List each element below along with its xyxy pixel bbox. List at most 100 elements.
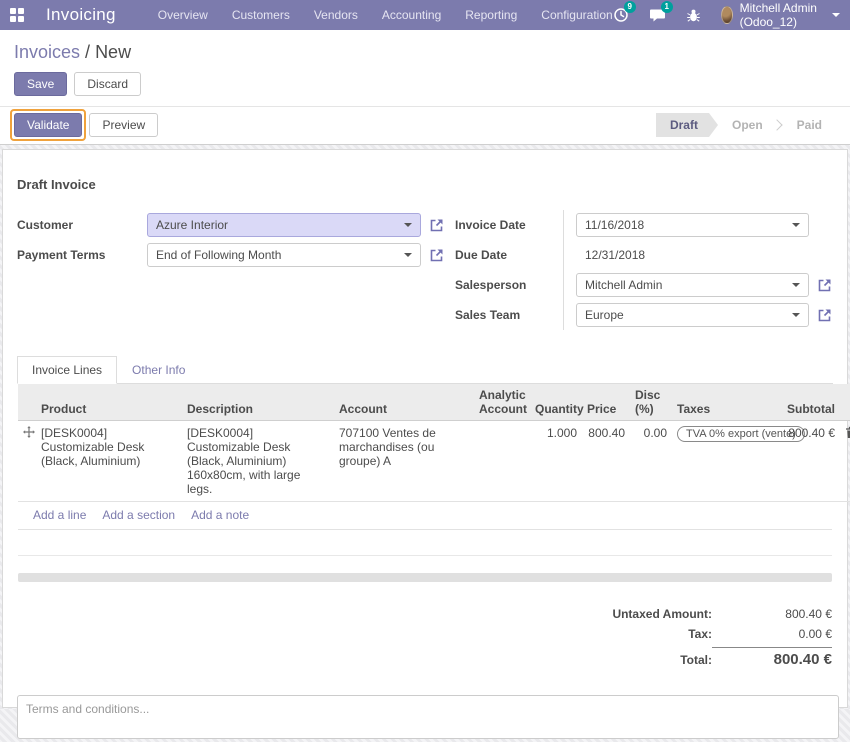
col-quantity[interactable]: Quantity bbox=[530, 384, 582, 421]
notebook-tabs: Invoice Lines Other Info bbox=[17, 356, 833, 384]
payment-terms-external-link-icon[interactable] bbox=[429, 247, 445, 263]
col-analytic-account[interactable]: Analytic Account bbox=[474, 384, 530, 421]
form-group-left: Customer Payment Terms Azure Interior bbox=[17, 210, 445, 330]
cell-product[interactable]: [DESK0004] Customizable Desk (Black, Alu… bbox=[36, 421, 182, 502]
sales-team-external-link-icon[interactable] bbox=[817, 307, 833, 323]
col-subtotal[interactable]: Subtotal bbox=[782, 384, 840, 421]
discard-button[interactable]: Discard bbox=[74, 72, 141, 96]
row-delete-cell[interactable] bbox=[840, 421, 850, 502]
invoice-form: Customer Payment Terms Azure Interior bbox=[3, 192, 847, 330]
col-description[interactable]: Description bbox=[182, 384, 334, 421]
terms-section bbox=[17, 695, 833, 742]
payment-terms-label: Payment Terms bbox=[17, 248, 105, 262]
untaxed-amount-label: Untaxed Amount: bbox=[522, 607, 712, 621]
save-discard-row: Save Discard bbox=[0, 63, 850, 107]
col-taxes[interactable]: Taxes bbox=[672, 384, 782, 421]
due-date-value: 12/31/2018 bbox=[576, 248, 645, 262]
menu-customers[interactable]: Customers bbox=[232, 8, 290, 22]
customer-external-link-icon[interactable] bbox=[429, 217, 445, 233]
user-menu[interactable]: Mitchell Admin (Odoo_12) bbox=[721, 1, 840, 29]
apps-menu-icon[interactable] bbox=[10, 8, 24, 22]
sales-team-select[interactable]: Europe bbox=[576, 303, 809, 327]
activity-icon[interactable]: 9 bbox=[613, 6, 629, 24]
status-draft[interactable]: Draft bbox=[656, 113, 718, 137]
save-button[interactable]: Save bbox=[14, 72, 67, 96]
menu-configuration[interactable]: Configuration bbox=[541, 8, 612, 22]
invoice-date-label: Invoice Date bbox=[455, 218, 526, 232]
payment-terms-select[interactable]: End of Following Month bbox=[147, 243, 421, 267]
tab-other-info[interactable]: Other Info bbox=[117, 356, 200, 384]
validate-highlight-annotation: Validate bbox=[10, 109, 86, 141]
page: Invoicing Overview Customers Vendors Acc… bbox=[0, 0, 850, 709]
col-disc[interactable]: Disc (%) bbox=[630, 384, 672, 421]
top-navbar: Invoicing Overview Customers Vendors Acc… bbox=[0, 0, 850, 30]
sales-team-label: Sales Team bbox=[455, 308, 520, 322]
col-actions bbox=[840, 384, 850, 421]
validate-button[interactable]: Validate bbox=[14, 113, 82, 137]
cell-description[interactable]: [DESK0004] Customizable Desk (Black, Alu… bbox=[182, 421, 334, 502]
menu-reporting[interactable]: Reporting bbox=[465, 8, 517, 22]
form-group-right: Invoice Date Due Date Salesperson Sales … bbox=[445, 210, 833, 330]
col-account[interactable]: Account bbox=[334, 384, 474, 421]
salesperson-external-link-icon[interactable] bbox=[817, 277, 833, 293]
totals-block: Untaxed Amount: 800.40 € Tax: 0.00 € Tot… bbox=[522, 604, 832, 671]
row-drag-cell[interactable] bbox=[18, 421, 36, 502]
invoice-date-select[interactable]: 11/16/2018 bbox=[576, 213, 809, 237]
messages-badge: 1 bbox=[661, 1, 673, 13]
sales-team-value: Europe bbox=[585, 308, 792, 322]
menu-overview[interactable]: Overview bbox=[158, 8, 208, 22]
status-open[interactable]: Open bbox=[718, 113, 777, 137]
terms-and-conditions-input[interactable] bbox=[17, 695, 839, 739]
cell-price[interactable]: 800.40 bbox=[582, 421, 630, 502]
salesperson-value: Mitchell Admin bbox=[585, 278, 792, 292]
main-menu: Overview Customers Vendors Accounting Re… bbox=[158, 8, 613, 22]
user-name: Mitchell Admin (Odoo_12) bbox=[740, 1, 825, 29]
preview-button[interactable]: Preview bbox=[89, 113, 158, 137]
menu-vendors[interactable]: Vendors bbox=[314, 8, 358, 22]
activity-badge: 9 bbox=[624, 1, 636, 13]
cell-taxes[interactable]: TVA 0% export (vente) bbox=[672, 421, 782, 502]
empty-table-area bbox=[18, 530, 832, 556]
customer-label: Customer bbox=[17, 218, 73, 232]
cell-analytic-account[interactable] bbox=[474, 421, 530, 502]
status-paid[interactable]: Paid bbox=[783, 113, 836, 137]
user-avatar bbox=[721, 6, 733, 24]
cell-disc[interactable]: 0.00 bbox=[630, 421, 672, 502]
breadcrumb-current: New bbox=[95, 42, 131, 62]
invoice-lines-table: Product Description Account Analytic Acc… bbox=[18, 384, 850, 502]
customer-value: Azure Interior bbox=[156, 218, 404, 232]
col-price[interactable]: Price bbox=[582, 384, 630, 421]
document-title: Draft Invoice bbox=[3, 150, 847, 192]
salesperson-caret-icon bbox=[792, 283, 800, 287]
payment-terms-caret-icon bbox=[404, 253, 412, 257]
salesperson-label: Salesperson bbox=[455, 278, 526, 292]
salesperson-select[interactable]: Mitchell Admin bbox=[576, 273, 809, 297]
add-a-note-link[interactable]: Add a note bbox=[191, 508, 249, 522]
table-header-row: Product Description Account Analytic Acc… bbox=[18, 384, 850, 421]
tab-invoice-lines[interactable]: Invoice Lines bbox=[17, 356, 117, 384]
cell-account[interactable]: 707100 Ventes de marchandises (ou groupe… bbox=[334, 421, 474, 502]
menu-accounting[interactable]: Accounting bbox=[382, 8, 441, 22]
due-date-label: Due Date bbox=[455, 248, 507, 262]
messages-icon[interactable]: 1 bbox=[649, 6, 666, 24]
trash-icon bbox=[845, 426, 850, 439]
breadcrumb-invoices[interactable]: Invoices bbox=[14, 42, 80, 62]
payment-terms-value: End of Following Month bbox=[156, 248, 404, 262]
breadcrumb: Invoices / New bbox=[0, 30, 850, 63]
table-horizontal-scrollbar[interactable] bbox=[18, 573, 832, 582]
customer-select[interactable]: Azure Interior bbox=[147, 213, 421, 237]
line-add-links: Add a line Add a section Add a note bbox=[18, 502, 832, 530]
add-a-section-link[interactable]: Add a section bbox=[102, 508, 175, 522]
sheet-wrap: Draft Invoice Customer Payment Terms Azu… bbox=[0, 145, 850, 717]
table-row[interactable]: [DESK0004] Customizable Desk (Black, Alu… bbox=[18, 421, 850, 502]
app-name[interactable]: Invoicing bbox=[46, 5, 116, 25]
debug-bug-icon[interactable] bbox=[686, 6, 701, 24]
add-a-line-link[interactable]: Add a line bbox=[33, 508, 86, 522]
tax-tag[interactable]: TVA 0% export (vente) bbox=[677, 426, 805, 442]
col-product[interactable]: Product bbox=[36, 384, 182, 421]
tax-value: 0.00 € bbox=[712, 627, 832, 641]
untaxed-amount-value: 800.40 € bbox=[712, 607, 832, 621]
invoice-form-sheet: Draft Invoice Customer Payment Terms Azu… bbox=[2, 149, 848, 708]
control-panel: Invoices / New Save Discard Validate Pre… bbox=[0, 30, 850, 145]
cell-quantity[interactable]: 1.000 bbox=[530, 421, 582, 502]
